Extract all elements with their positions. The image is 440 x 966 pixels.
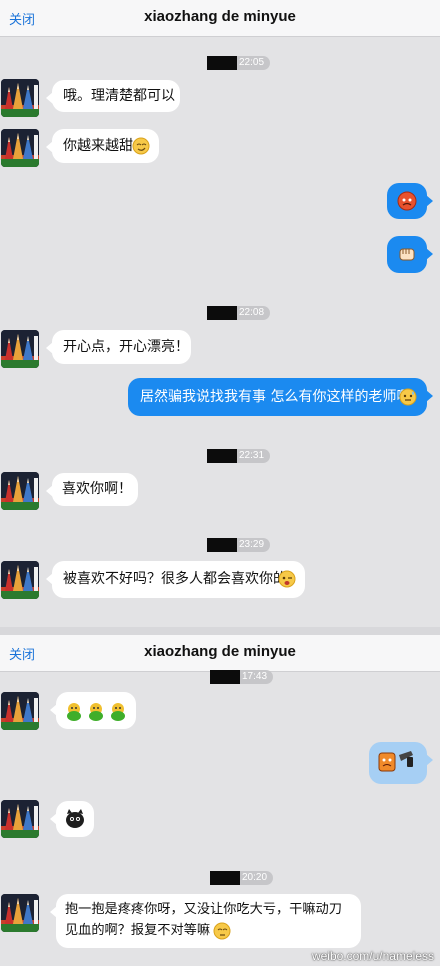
message-bubble-incoming[interactable]: 被喜欢不好吗？很多人都会喜欢你的	[46, 561, 305, 598]
redacted-block	[207, 449, 237, 463]
pencils-avatar-icon	[1, 330, 39, 368]
timestamp: 20:20	[210, 871, 274, 885]
pencils-avatar-icon	[1, 894, 39, 932]
message-bubble-incoming[interactable]: 哦。理清楚都可以	[46, 80, 180, 112]
redacted-block	[207, 306, 237, 320]
emoji-fist-icon	[399, 248, 415, 261]
message-bubble-incoming[interactable]: 你越来越甜	[46, 129, 159, 163]
message-text: 你越来越甜	[63, 138, 133, 154]
emoji-creature-icon	[66, 809, 84, 828]
chat-screen-2: 关闭 xiaozhang de minyue 17:43 20:20 抱一抱是疼…	[0, 635, 440, 966]
nav-bar: 关闭 xiaozhang de minyue	[0, 0, 440, 37]
emoji-frog-icon	[67, 703, 81, 721]
avatar[interactable]	[1, 561, 39, 599]
avatar[interactable]	[1, 894, 39, 932]
timestamp: 23:29	[207, 538, 271, 552]
avatar[interactable]	[1, 330, 39, 368]
emoji-sweat-icon	[399, 388, 417, 406]
emoji-frog-icon	[111, 703, 125, 721]
message-text: 居然骗我说找我有事 怎么有你这样的老师啊	[140, 389, 411, 405]
screenshot-divider	[0, 627, 440, 635]
pencils-avatar-icon	[1, 129, 39, 167]
emoji-smirk-icon	[132, 137, 150, 155]
emoji-frog-icon	[89, 703, 103, 721]
avatar[interactable]	[1, 79, 39, 117]
message-text: 被喜欢不好吗？很多人都会喜欢你的	[63, 571, 287, 587]
message-bubble-incoming[interactable]: 喜欢你啊！	[46, 473, 138, 506]
chat-title: xiaozhang de minyue	[144, 8, 296, 25]
avatar[interactable]	[1, 800, 39, 838]
message-bubble-incoming[interactable]	[50, 801, 94, 837]
chat-screen-1: 关闭 xiaozhang de minyue 22:05 哦。理清楚都可以 你越…	[0, 0, 440, 627]
emoji-wink-icon	[278, 570, 296, 588]
emoji-knife-icon	[378, 751, 413, 772]
message-bubble-incoming[interactable]: 开心点，开心漂亮！	[46, 330, 191, 364]
emoji-blush-icon	[213, 922, 231, 940]
message-text: 喜欢你啊！	[62, 481, 132, 497]
redacted-block	[207, 538, 237, 552]
chat-title: xiaozhang de minyue	[144, 643, 296, 660]
message-text: 哦。理清楚都可以	[63, 88, 175, 104]
nav-bar: 关闭 xiaozhang de minyue	[0, 635, 440, 672]
pencils-avatar-icon	[1, 800, 39, 838]
timestamp: 22:05	[207, 56, 271, 70]
message-bubble-incoming[interactable]: 抱一抱是疼疼你呀，又没让你吃大亏，干嘛动刀 见血的啊？报复不对等嘛	[50, 894, 361, 948]
message-text: 开心点，开心漂亮！	[63, 339, 189, 355]
redacted-block	[210, 670, 240, 684]
message-text: 见血的啊？报复不对等嘛	[65, 923, 211, 938]
pencils-avatar-icon	[1, 692, 39, 730]
message-text: 抱一抱是疼疼你呀，又没让你吃大亏，干嘛动刀	[65, 902, 342, 917]
message-bubble-outgoing[interactable]: 居然骗我说找我有事 怎么有你这样的老师啊	[128, 378, 433, 416]
message-bubble-incoming[interactable]	[50, 692, 136, 729]
pencils-avatar-icon	[1, 561, 39, 599]
message-bubble-outgoing[interactable]	[387, 183, 433, 219]
message-bubble-outgoing[interactable]	[369, 742, 433, 784]
redacted-block	[210, 871, 240, 885]
emoji-angry-icon	[397, 191, 417, 211]
avatar[interactable]	[1, 472, 39, 510]
message-bubble-outgoing[interactable]	[387, 236, 433, 273]
pencils-avatar-icon	[1, 472, 39, 510]
avatar[interactable]	[1, 129, 39, 167]
redacted-block	[207, 56, 237, 70]
timestamp: 17:43	[210, 670, 274, 684]
timestamp: 22:31	[207, 449, 271, 463]
pencils-avatar-icon	[1, 79, 39, 117]
watermark: weibo.com/u/nameless	[311, 949, 434, 963]
timestamp: 22:08	[207, 306, 271, 320]
avatar[interactable]	[1, 692, 39, 730]
